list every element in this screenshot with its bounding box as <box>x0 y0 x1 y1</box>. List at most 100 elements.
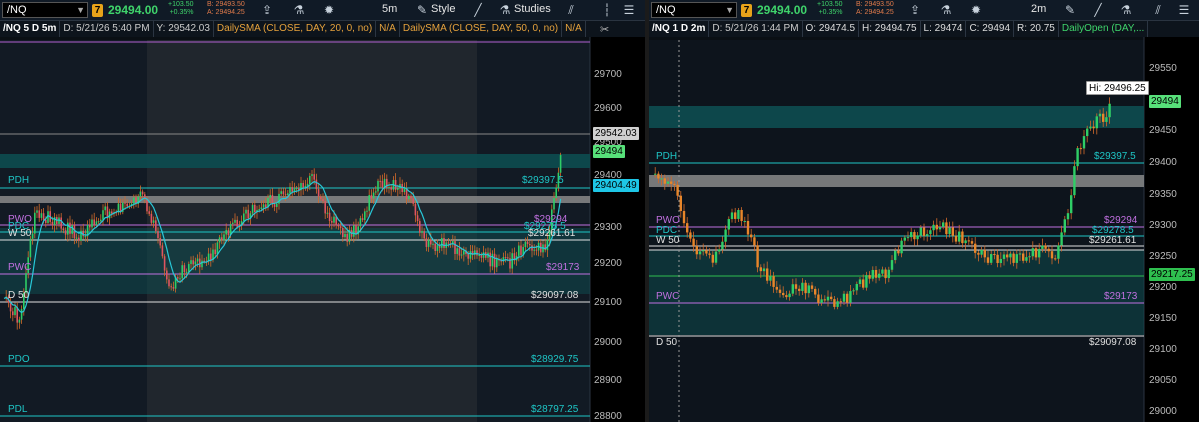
candle <box>419 221 421 233</box>
crosshair-price-tag: 29542.03 <box>593 127 639 140</box>
candle <box>141 191 144 195</box>
candle <box>686 223 689 233</box>
candle <box>849 291 852 303</box>
candle <box>823 299 826 301</box>
candle <box>190 260 192 265</box>
candle <box>746 220 750 235</box>
candle <box>531 245 533 251</box>
candle <box>553 197 555 210</box>
candle <box>810 285 814 289</box>
candle <box>9 302 12 312</box>
candle <box>906 237 910 239</box>
candle <box>331 220 333 223</box>
candle <box>1066 213 1070 220</box>
candle <box>89 224 91 228</box>
candle <box>463 250 465 255</box>
candle <box>368 195 370 211</box>
candle <box>480 255 483 258</box>
candle <box>287 193 289 196</box>
candle <box>1047 248 1050 252</box>
daily-open-tag: 29217.25 <box>1149 268 1195 281</box>
candle <box>201 260 203 268</box>
candle <box>342 227 344 238</box>
candle <box>183 265 186 272</box>
candle <box>798 288 801 291</box>
candle <box>932 224 935 231</box>
candle <box>273 204 276 207</box>
candle <box>104 206 106 211</box>
candle <box>518 245 520 256</box>
candle <box>1038 248 1041 258</box>
candle <box>271 194 274 205</box>
candle <box>1034 248 1038 258</box>
candle <box>168 279 170 287</box>
candle <box>833 299 836 307</box>
candle <box>826 296 830 301</box>
candle <box>759 267 762 272</box>
candle <box>124 202 126 204</box>
candle <box>996 254 999 264</box>
y-tick: 29050 <box>1149 375 1177 386</box>
candle <box>868 275 871 279</box>
candle <box>788 293 791 298</box>
candle <box>775 286 778 290</box>
candle <box>177 277 179 279</box>
candle <box>871 269 874 279</box>
candle <box>306 183 309 186</box>
candle <box>188 264 190 272</box>
candle <box>782 292 785 296</box>
candle <box>269 194 271 198</box>
candle <box>702 250 705 252</box>
level-value-pdo: $28929.75 <box>531 354 579 365</box>
candle <box>1089 126 1092 129</box>
candle <box>51 221 54 226</box>
y-tick: 29300 <box>1149 220 1177 231</box>
candle <box>489 252 491 267</box>
candle <box>150 213 153 223</box>
y-tick: 28900 <box>594 375 622 386</box>
candle <box>926 234 929 236</box>
y-tick: 29000 <box>594 337 622 348</box>
candle <box>166 270 168 280</box>
right-chart-panel: /NQ ▼ 7 29494.00 +103.50 +0.35% B: 29493.5… <box>649 0 1199 422</box>
candle <box>276 203 278 207</box>
candle <box>977 252 980 255</box>
candle <box>416 215 419 222</box>
right-price-chart[interactable] <box>649 0 1199 422</box>
candle <box>64 230 67 235</box>
candle <box>62 228 65 231</box>
candle <box>91 219 93 228</box>
candle <box>884 269 887 279</box>
level-label-d50: D 50 <box>8 290 30 301</box>
candle <box>766 268 769 281</box>
candle <box>14 307 16 316</box>
candle <box>666 181 670 184</box>
candle <box>159 238 161 246</box>
candle <box>511 253 513 269</box>
candle <box>1012 253 1015 263</box>
candle <box>364 211 366 220</box>
candle <box>194 261 197 265</box>
candle <box>243 213 245 222</box>
candle <box>265 204 267 208</box>
candle <box>730 212 734 220</box>
level-value-d50: $29097.08 <box>1089 337 1137 348</box>
candle <box>456 248 458 254</box>
candle <box>1006 254 1009 258</box>
candle <box>753 237 756 246</box>
candle <box>408 195 410 200</box>
candle <box>320 196 322 199</box>
candle <box>1060 232 1063 246</box>
candle <box>434 243 436 252</box>
level-label-w50: W 50 <box>8 228 32 239</box>
candle <box>93 219 95 225</box>
candle <box>846 293 849 303</box>
left-chart-panel: /NQ ▼ 7 29494.00 +103.50 +0.35% B: 29493.5… <box>0 0 645 422</box>
candle <box>377 180 379 192</box>
candle <box>660 178 663 180</box>
candle <box>425 238 428 247</box>
candle <box>423 231 425 239</box>
candle <box>315 179 318 190</box>
candle <box>903 237 906 241</box>
candle <box>890 260 894 270</box>
